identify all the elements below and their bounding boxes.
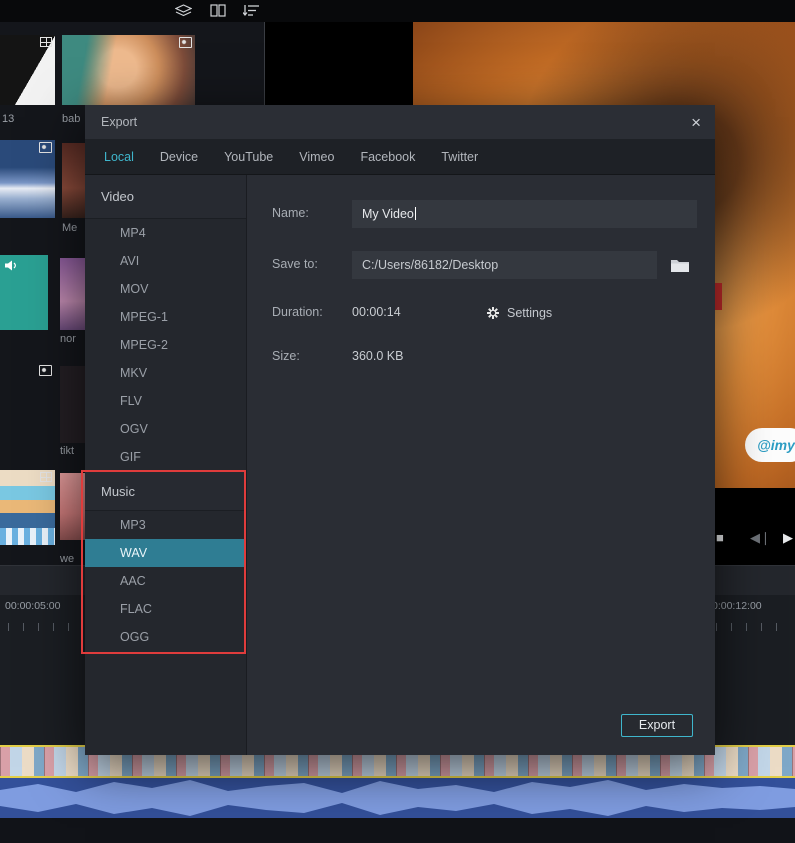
dialog-title: Export (101, 115, 137, 129)
play-button[interactable]: ▶ (783, 530, 793, 546)
format-flac[interactable]: FLAC (85, 595, 246, 623)
image-icon (179, 37, 192, 48)
name-input[interactable]: My Video (352, 200, 697, 228)
media-thumbnail[interactable] (0, 35, 55, 105)
close-icon[interactable]: × (691, 114, 701, 131)
music-section-header: Music (85, 471, 246, 511)
size-label: Size: (272, 349, 300, 363)
speaker-icon (4, 259, 19, 277)
export-button[interactable]: Export (621, 714, 693, 737)
media-thumbnail[interactable] (0, 470, 55, 528)
settings-label: Settings (507, 306, 552, 320)
format-flv[interactable]: FLV (85, 387, 246, 415)
layers-icon[interactable] (175, 4, 192, 23)
media-thumbnail[interactable] (62, 143, 85, 218)
size-value: 360.0 KB (352, 349, 403, 363)
media-thumbnail[interactable] (0, 140, 55, 218)
grid-icon (40, 472, 52, 482)
split-view-icon[interactable] (210, 4, 226, 22)
export-target-tabs: Local Device YouTube Vimeo Facebook Twit… (85, 139, 715, 175)
image-icon (39, 142, 52, 153)
save-to-label: Save to: (272, 257, 318, 271)
format-aac[interactable]: AAC (85, 567, 246, 595)
format-gif[interactable]: GIF (85, 443, 246, 471)
video-section-header: Video (85, 175, 246, 219)
tab-twitter[interactable]: Twitter (441, 150, 478, 164)
format-mkv[interactable]: MKV (85, 359, 246, 387)
media-item-label: 13 (2, 113, 14, 125)
export-dialog: Export × Local Device YouTube Vimeo Face… (85, 105, 715, 755)
ruler-ticks (716, 623, 791, 631)
bottom-bar (0, 818, 795, 843)
media-thumbnail[interactable] (0, 255, 48, 330)
media-thumbnail[interactable] (62, 35, 195, 105)
settings-button[interactable]: Settings (486, 299, 552, 327)
tab-youtube[interactable]: YouTube (224, 150, 273, 164)
browse-folder-button[interactable] (666, 253, 694, 277)
dialog-header: Export × (85, 105, 715, 139)
export-settings-panel: Name: My Video Save to: C:/Users/86182/D… (247, 175, 715, 755)
format-mpeg2[interactable]: MPEG-2 (85, 331, 246, 359)
watermark-badge: @imy (745, 428, 795, 462)
media-item-label: tikt (60, 445, 74, 457)
folder-icon (670, 258, 690, 273)
dialog-body: Video MP4 AVI MOV MPEG-1 MPEG-2 MKV FLV … (85, 175, 715, 755)
format-mov[interactable]: MOV (85, 275, 246, 303)
gear-icon (486, 306, 500, 320)
ruler-time-right: 0:00:12:00 (712, 600, 762, 612)
stop-button[interactable]: ■ (716, 530, 724, 545)
format-mpeg1[interactable]: MPEG-1 (85, 303, 246, 331)
format-mp4[interactable]: MP4 (85, 219, 246, 247)
media-item-label: we (60, 553, 74, 565)
media-item-label: bab (62, 113, 80, 125)
media-thumbnail[interactable] (60, 258, 85, 330)
tab-vimeo[interactable]: Vimeo (299, 150, 334, 164)
duration-label: Duration: (272, 305, 323, 319)
tab-local[interactable]: Local (104, 150, 134, 164)
ruler-time-left: 00:00:05:00 (5, 600, 60, 612)
media-thumbnail[interactable] (0, 528, 55, 545)
format-ogg[interactable]: OGG (85, 623, 246, 651)
name-label: Name: (272, 206, 309, 220)
media-thumbnail[interactable] (60, 473, 85, 540)
duration-value: 00:00:14 (352, 305, 401, 319)
audio-waveform (0, 778, 795, 818)
previous-frame-button[interactable]: ◀❘ (750, 530, 771, 546)
save-path-input[interactable]: C:/Users/86182/Desktop (352, 251, 657, 279)
ruler-ticks (8, 623, 83, 631)
grid-icon (40, 37, 52, 47)
tab-facebook[interactable]: Facebook (360, 150, 415, 164)
format-avi[interactable]: AVI (85, 247, 246, 275)
tab-device[interactable]: Device (160, 150, 198, 164)
top-toolbar (0, 0, 795, 22)
media-item-label: Me (62, 222, 77, 234)
sort-icon[interactable] (243, 4, 259, 22)
format-mp3[interactable]: MP3 (85, 511, 246, 539)
media-thumbnail[interactable] (60, 366, 85, 443)
playback-controls: ■ ◀❘ ▶ (705, 522, 795, 562)
image-icon (39, 365, 52, 376)
app-window: 13 bab Me nor tikt (0, 0, 795, 843)
format-ogv[interactable]: OGV (85, 415, 246, 443)
media-item-label: nor (60, 333, 76, 345)
text-caret (415, 207, 416, 220)
media-thumbnail[interactable] (0, 363, 55, 443)
format-sidebar: Video MP4 AVI MOV MPEG-1 MPEG-2 MKV FLV … (85, 175, 247, 755)
format-wav[interactable]: WAV (85, 539, 246, 567)
audio-waveform-track[interactable] (0, 778, 795, 818)
